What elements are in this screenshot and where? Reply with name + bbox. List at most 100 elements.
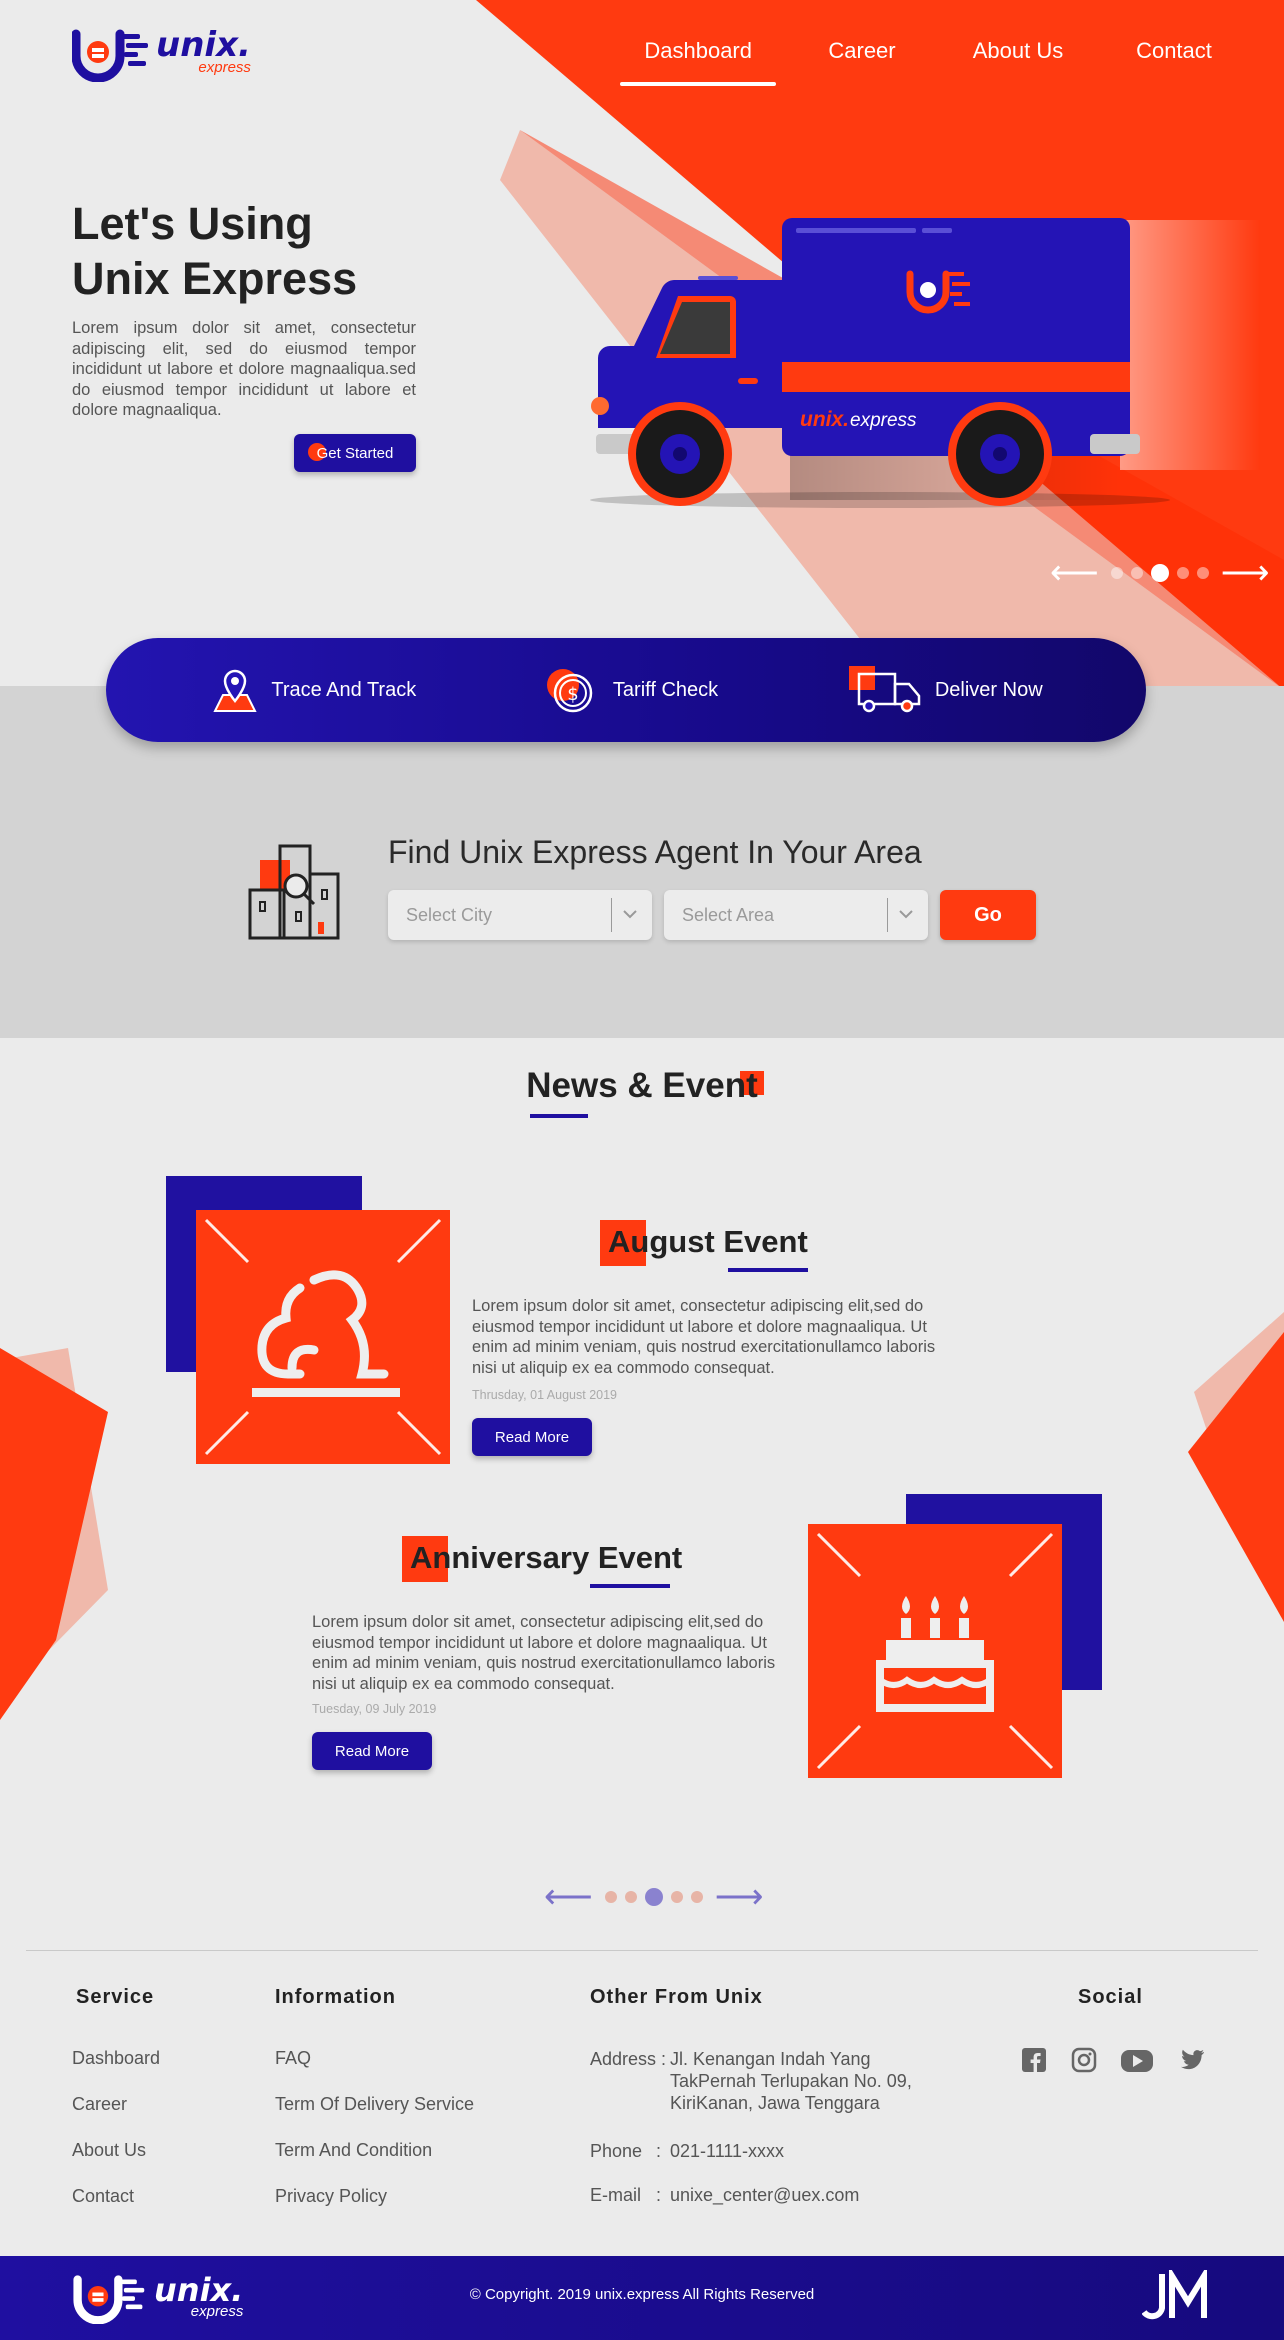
dropdown-divider [611, 898, 612, 932]
footer-link-delivery-terms[interactable]: Term Of Delivery Service [275, 2094, 474, 2115]
dollar-coin-icon: $ [546, 669, 593, 713]
event1-date: Thrusday, 01 August 2019 [472, 1388, 618, 1402]
news-prev-arrow-icon[interactable]: ⟵ [544, 1880, 593, 1914]
hero-section: unix. express Dashboard Career About Us … [0, 0, 1284, 690]
slider-dot[interactable] [1176, 567, 1189, 579]
nav-about-us[interactable]: About Us [948, 30, 1088, 86]
select-area-dropdown[interactable]: Select Area [664, 890, 928, 940]
logo-mark-icon [72, 29, 148, 82]
footer-link-privacy-policy[interactable]: Privacy Policy [275, 2186, 387, 2207]
slider-dot[interactable] [1196, 567, 1209, 579]
event2-read-more-button[interactable]: Read More [312, 1732, 432, 1770]
get-started-label: Get Started [316, 444, 394, 462]
select-city-dropdown[interactable]: Select City [388, 890, 652, 940]
footer-link-contact[interactable]: Contact [72, 2186, 134, 2207]
instagram-icon[interactable] [1070, 2046, 1098, 2079]
logo-wordmark: unix. [156, 25, 251, 65]
trace-and-track-button[interactable]: Trace And Track [209, 665, 416, 715]
title-underline [590, 1584, 670, 1588]
footer-link-terms-conditions[interactable]: Term And Condition [275, 2140, 432, 2161]
event1-title-text: August Event [608, 1224, 808, 1259]
left-side-decoration [0, 1348, 108, 1720]
hero-description: Lorem ipsum dolor sit amet, consectetur … [72, 319, 416, 419]
hero-prev-arrow-icon[interactable]: ⟵ [1050, 556, 1099, 590]
service-bar: Trace And Track $ Tariff Check Deliver N… [106, 638, 1146, 742]
birthday-cake-icon [816, 1532, 1054, 1770]
truck-brand-text: unix. [800, 408, 849, 431]
email-label: E-mail [590, 2185, 642, 2205]
agent-search-title: Find Unix Express Agent In Your Area [388, 834, 922, 870]
footer-social-heading: Social [1078, 1986, 1143, 2008]
slider-dot[interactable] [670, 1891, 683, 1903]
tariff-check-label: Tariff Check [612, 678, 719, 701]
footer-bottom-bar: unix. express © Copyright. 2019 unix.exp… [0, 2256, 1284, 2340]
chevron-down-icon [623, 910, 637, 919]
phone-value[interactable]: 021-1111-xxxx [670, 2140, 784, 2162]
news-title-text: News & Event [526, 1066, 758, 1105]
event2-description: Lorem ipsum dolor sit amet, consectetur … [312, 1613, 776, 1693]
select-city-placeholder: Select City [406, 904, 493, 925]
slider-dot-active[interactable] [644, 1888, 663, 1906]
svg-text:$: $ [567, 684, 578, 705]
youtube-icon[interactable] [1120, 2046, 1154, 2079]
slider-dot-active[interactable] [1150, 564, 1169, 582]
news-slider-controls: ⟵ ⟶ [544, 1880, 764, 1914]
dog-icon [204, 1218, 442, 1456]
address-line2: TakPernah Terlupakan No. 09, [670, 2071, 912, 2091]
event2-title-text: Anniversary Event [410, 1540, 683, 1575]
footer-link-faq[interactable]: FAQ [275, 2048, 311, 2069]
email-colon: : [656, 2185, 662, 2205]
chevron-down-icon [899, 910, 913, 919]
nav-dashboard[interactable]: Dashboard [620, 30, 776, 86]
slider-dot[interactable] [690, 1891, 703, 1903]
social-links [1020, 2046, 1228, 2079]
nav-contact[interactable]: Contact [1104, 30, 1244, 86]
news-section-title: News & Event [0, 1066, 1284, 1118]
hero-slider-dots [1107, 564, 1213, 582]
slider-dot[interactable] [624, 1891, 637, 1903]
footer-service-heading: Service [76, 1986, 155, 2008]
deliver-now-button[interactable]: Deliver Now [845, 664, 1043, 716]
delivery-truck-illustration: unix. express [590, 218, 1260, 508]
address-label: Address : [590, 2049, 667, 2069]
address-line3: KiriKanan, Jawa Tenggara [670, 2093, 880, 2113]
facebook-icon[interactable] [1020, 2046, 1048, 2079]
address-value: Jl. Kenangan Indah Yang TakPernah Terlup… [670, 2048, 912, 2114]
address-line1: Jl. Kenangan Indah Yang [670, 2049, 871, 2069]
news-slider-dots [601, 1888, 707, 1906]
truck-brand-sub: express [850, 410, 917, 431]
event1-title: August Event [600, 1220, 808, 1272]
go-button[interactable]: Go [940, 890, 1036, 940]
slider-dot[interactable] [1110, 567, 1123, 579]
title-underline [728, 1268, 808, 1272]
news-next-arrow-icon[interactable]: ⟶ [715, 1880, 764, 1914]
nav-career[interactable]: Career [792, 30, 932, 86]
email-value[interactable]: unixe_center@uex.com [670, 2184, 859, 2206]
event1-image[interactable] [196, 1210, 450, 1464]
copyright-label: Copyright. 2019 unix.express All Rights … [484, 2286, 815, 2303]
footer-information-heading: Information [275, 1986, 396, 2008]
footer-link-career[interactable]: Career [72, 2094, 127, 2115]
footer-link-dashboard[interactable]: Dashboard [72, 2048, 160, 2069]
delivery-truck-icon [848, 666, 921, 713]
tariff-check-button[interactable]: $ Tariff Check [543, 665, 718, 715]
footer-other-heading: Other From Unix [590, 1986, 763, 2008]
event1-read-more-button[interactable]: Read More [472, 1418, 592, 1456]
hero-title-line2: Unix Express [72, 253, 358, 304]
event2-title: Anniversary Event [402, 1536, 683, 1588]
copyright-icon: © [469, 2286, 481, 2303]
footer-divider [26, 1950, 1258, 1951]
footer-link-about-us[interactable]: About Us [72, 2140, 146, 2161]
select-area-placeholder: Select Area [682, 904, 775, 925]
get-started-button[interactable]: Get Started [294, 434, 416, 472]
building-search-icon [248, 844, 340, 940]
main-nav: Dashboard Career About Us Contact [604, 30, 1244, 86]
copyright-text: © Copyright. 2019 unix.express All Right… [0, 2286, 1284, 2303]
slider-dot[interactable] [1130, 567, 1143, 579]
twitter-icon[interactable] [1176, 2046, 1206, 2079]
slider-dot[interactable] [604, 1891, 617, 1903]
hero-title: Let's Using Unix Express [72, 196, 492, 306]
brand-logo[interactable]: unix. express [72, 28, 251, 82]
hero-next-arrow-icon[interactable]: ⟶ [1221, 556, 1270, 590]
event2-image[interactable] [808, 1524, 1062, 1778]
